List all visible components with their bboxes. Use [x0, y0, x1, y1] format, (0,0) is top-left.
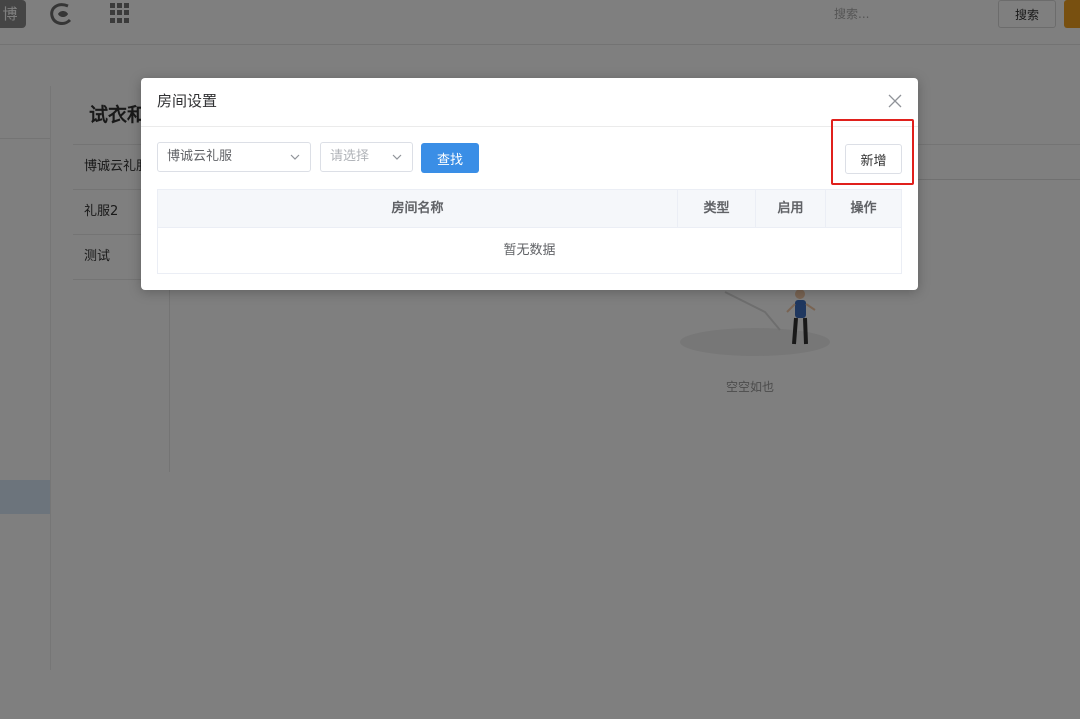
- column-header-enabled: 启用: [755, 190, 825, 227]
- table-empty-text: 暂无数据: [503, 243, 556, 258]
- column-header-actions: 操作: [825, 190, 901, 227]
- type-select-placeholder: 请选择: [330, 149, 370, 164]
- type-select[interactable]: 请选择: [320, 142, 413, 172]
- room-table: 房间名称 类型 启用 操作 暂无数据: [157, 189, 902, 274]
- store-select[interactable]: 博诚云礼服: [157, 142, 311, 172]
- close-icon[interactable]: [886, 92, 904, 110]
- column-header-room-name: 房间名称: [391, 201, 444, 216]
- column-header-type: 类型: [677, 190, 755, 227]
- chevron-down-icon: [290, 154, 300, 160]
- store-select-value: 博诚云礼服: [167, 149, 233, 164]
- chevron-down-icon: [392, 154, 402, 160]
- dialog-divider: [141, 126, 918, 127]
- dialog-title: 房间设置: [157, 92, 218, 110]
- find-button[interactable]: 查找: [421, 143, 479, 173]
- room-settings-dialog: 房间设置 博诚云礼服 请选择 查找 新增 房间名称 类型 启用 操作 暂无数据: [141, 78, 918, 290]
- add-room-button[interactable]: 新增: [845, 144, 902, 174]
- table-header: 房间名称 类型 启用 操作: [158, 190, 901, 228]
